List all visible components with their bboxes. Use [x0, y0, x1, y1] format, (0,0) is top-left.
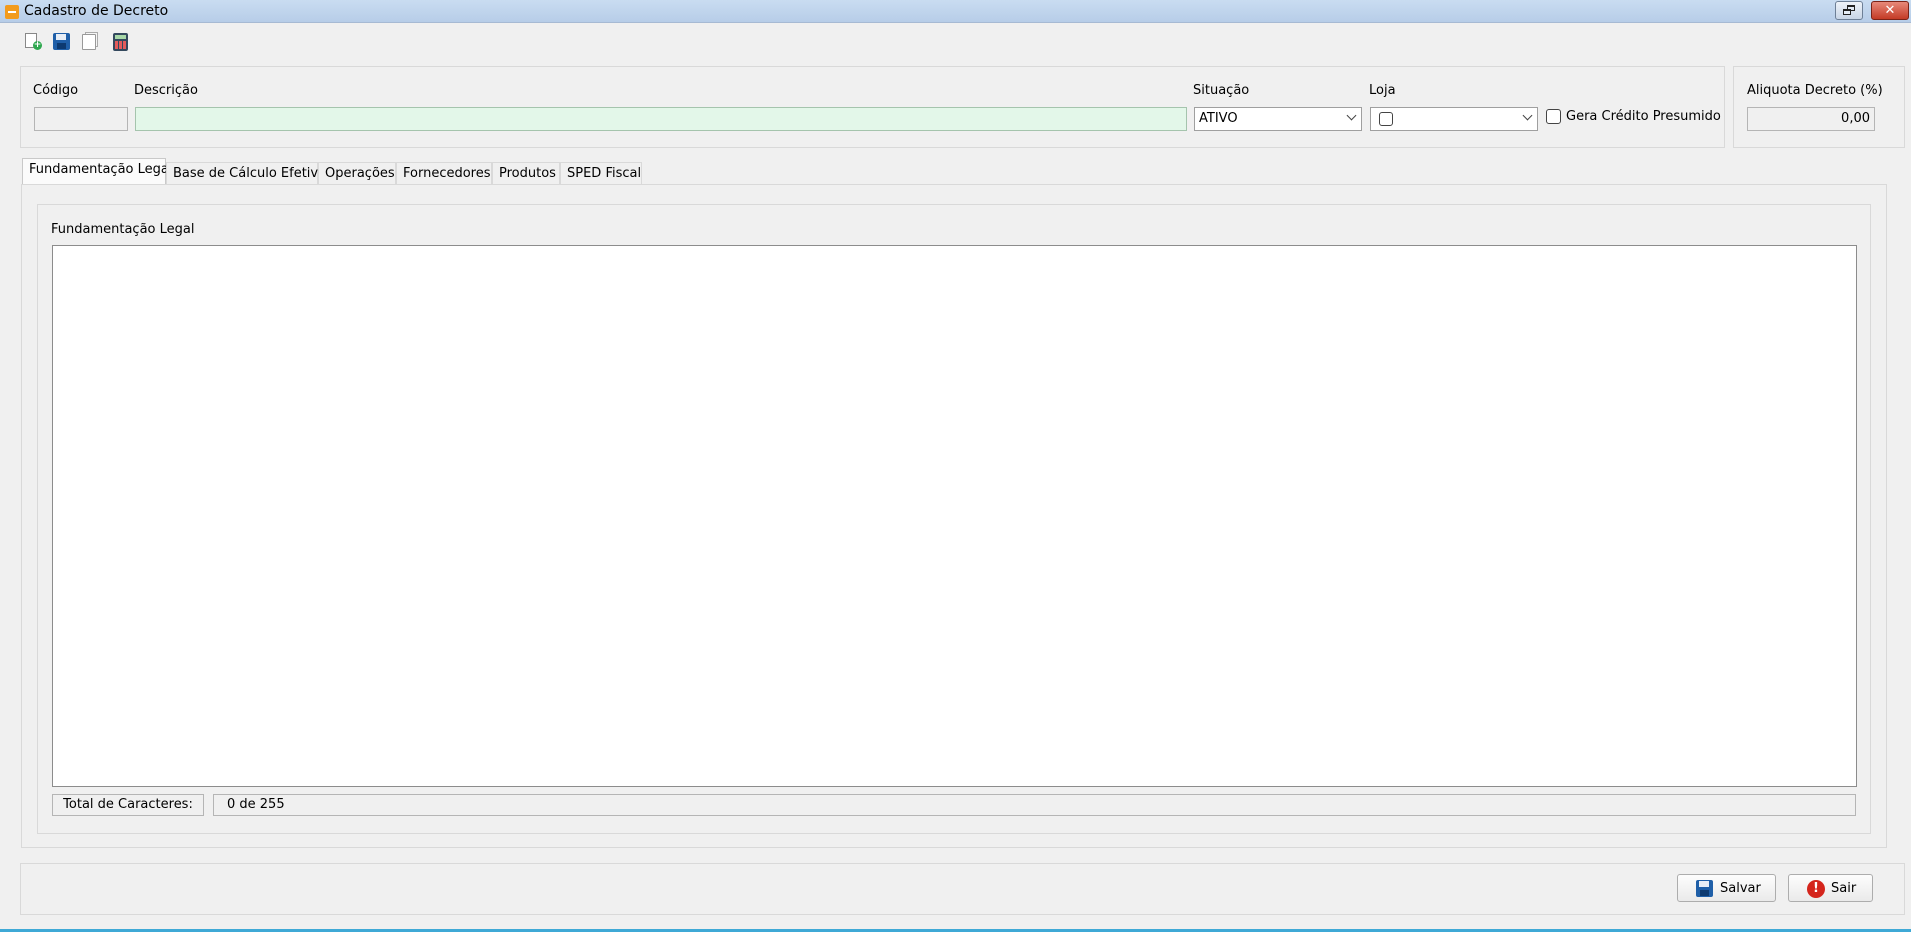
restore-icon-front: [1843, 9, 1851, 15]
descricao-label: Descrição: [134, 83, 198, 98]
calculator-icon[interactable]: [111, 32, 130, 51]
calculator-body: [113, 33, 128, 51]
chevron-down-icon: [1522, 110, 1533, 121]
exit-button[interactable]: ! Sair: [1788, 874, 1873, 902]
tab-sped-fiscal[interactable]: SPED Fiscal: [560, 162, 642, 184]
gera-credito-checkbox[interactable]: [1546, 109, 1561, 124]
tab-operacoes[interactable]: Operações: [318, 162, 396, 184]
close-button[interactable]: ✕: [1871, 1, 1909, 20]
fundamentacao-group-label: Fundamentação Legal: [51, 222, 195, 237]
tab-produtos[interactable]: Produtos: [492, 162, 560, 184]
situacao-label: Situação: [1193, 83, 1250, 98]
save-disk: [53, 33, 70, 50]
new-document-plus: +: [33, 40, 42, 50]
save-button[interactable]: Salvar: [1677, 874, 1776, 902]
close-icon: ✕: [1884, 3, 1896, 18]
save-icon: [1696, 880, 1713, 897]
restore-button[interactable]: [1835, 1, 1863, 20]
title-bar: Cadastro de Decreto ✕: [0, 0, 1911, 23]
total-caracteres-value: 0 de 255: [213, 794, 1856, 816]
gera-credito-label[interactable]: Gera Crédito Presumido: [1566, 109, 1721, 124]
fundamentacao-textarea[interactable]: [52, 245, 1857, 787]
codigo-field[interactable]: [34, 107, 128, 131]
aliquota-field[interactable]: 0,00: [1747, 107, 1875, 131]
new-document-icon[interactable]: +: [24, 32, 43, 51]
copy-icon[interactable]: [80, 32, 99, 51]
app-icon: [5, 5, 19, 19]
aliquota-label: Aliquota Decreto (%): [1747, 83, 1883, 98]
loja-label: Loja: [1369, 83, 1396, 98]
save-button-label: Salvar: [1720, 881, 1761, 896]
save-icon[interactable]: [52, 32, 71, 51]
copy-page-front: [82, 34, 96, 50]
exit-icon: !: [1807, 880, 1825, 898]
tab-fundamentacao-legal[interactable]: Fundamentação Legal: [22, 158, 172, 184]
tab-fornecedores[interactable]: Fornecedores: [396, 162, 492, 184]
descricao-field[interactable]: [135, 107, 1187, 131]
exit-button-label: Sair: [1831, 881, 1857, 896]
loja-checkbox[interactable]: [1379, 112, 1393, 126]
situacao-value: ATIVO: [1199, 111, 1238, 126]
codigo-label: Código: [33, 83, 79, 98]
window-title: Cadastro de Decreto: [24, 3, 169, 19]
tab-base-calculo-efetiva[interactable]: Base de Cálculo Efetiva: [166, 162, 326, 184]
chevron-down-icon: [1346, 110, 1357, 121]
aliquota-value: 0,00: [1841, 111, 1870, 126]
footer-panel: [20, 863, 1905, 915]
total-caracteres-label: Total de Caracteres:: [52, 794, 204, 816]
loja-select[interactable]: [1370, 107, 1538, 131]
situacao-select[interactable]: ATIVO: [1194, 107, 1362, 131]
